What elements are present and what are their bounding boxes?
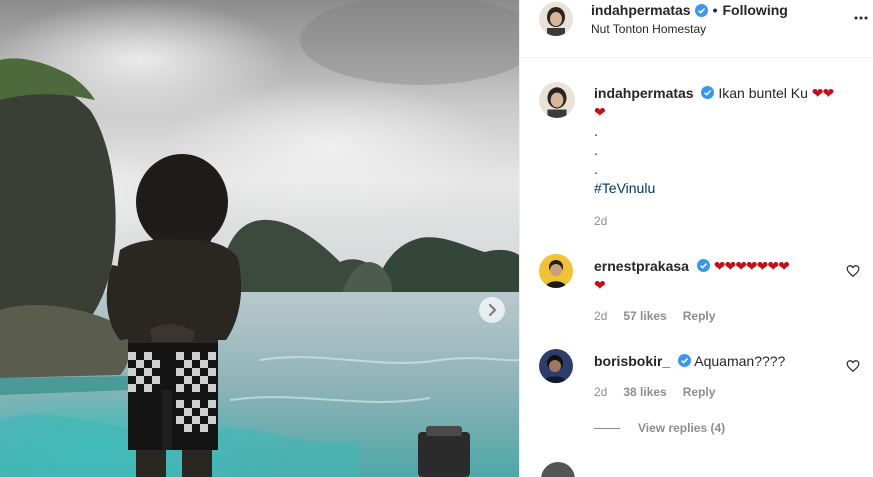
avatar[interactable] bbox=[539, 82, 575, 118]
post-header: indahpermatas • Following Nut Tonton Hom… bbox=[520, 0, 873, 58]
post-photo[interactable] bbox=[0, 0, 519, 477]
heart-emoji: ❤❤ bbox=[811, 85, 834, 101]
avatar[interactable] bbox=[539, 349, 573, 383]
comment-body: Aquaman???? bbox=[694, 353, 786, 369]
chevron-right-icon bbox=[489, 304, 497, 316]
comment-timestamp[interactable]: 2d bbox=[594, 309, 607, 323]
comment-likes[interactable]: 57 likes bbox=[623, 309, 666, 323]
hashtag-link[interactable]: #TeVinulu bbox=[594, 179, 864, 198]
caption-body: Ikan buntel Ku bbox=[718, 85, 808, 101]
verified-badge-icon bbox=[694, 3, 708, 17]
comment-text: borisbokir_ Aquaman???? bbox=[594, 352, 826, 371]
heart-outline-icon[interactable] bbox=[846, 359, 860, 373]
verified-badge-icon bbox=[696, 259, 710, 272]
following-button[interactable]: Following bbox=[723, 1, 788, 19]
profile-photo bbox=[539, 2, 573, 36]
heart-emoji: ❤ bbox=[594, 104, 606, 120]
more-options-icon[interactable] bbox=[853, 10, 869, 26]
comment-meta: 2d 38 likes Reply bbox=[594, 385, 715, 399]
caption-first-line: indahpermatas Ikan buntel Ku ❤❤ bbox=[594, 84, 864, 103]
caption-dot: . bbox=[594, 142, 598, 158]
comment-username[interactable]: borisbokir_ bbox=[594, 353, 670, 369]
post-author-username[interactable]: indahpermatas bbox=[591, 1, 691, 19]
heart-emoji: ❤ bbox=[594, 277, 606, 293]
heart-emoji: ❤❤❤❤❤❤❤ bbox=[713, 258, 790, 274]
comment-meta: 2d 57 likes Reply bbox=[594, 309, 715, 323]
profile-photo bbox=[539, 82, 575, 118]
caption-username[interactable]: indahpermatas bbox=[594, 85, 694, 101]
caption-meta: 2d bbox=[594, 214, 607, 228]
photo-scene bbox=[0, 0, 519, 477]
view-replies-label: View replies (4) bbox=[638, 421, 726, 435]
comment-timestamp[interactable]: 2d bbox=[594, 385, 607, 399]
comment-username[interactable]: ernestprakasa bbox=[594, 258, 689, 274]
post-location[interactable]: Nut Tonton Homestay bbox=[591, 22, 706, 36]
header-user-line: indahpermatas • Following bbox=[591, 1, 788, 19]
caption-text: indahpermatas Ikan buntel Ku ❤❤ ❤ . . . … bbox=[594, 84, 864, 198]
avatar[interactable] bbox=[541, 462, 575, 477]
avatar[interactable] bbox=[539, 254, 573, 288]
verified-badge-icon bbox=[701, 86, 715, 99]
verified-badge-icon bbox=[678, 354, 692, 367]
post-details-panel: indahpermatas • Following Nut Tonton Hom… bbox=[519, 0, 873, 477]
comment-text: ernestprakasa ❤❤❤❤❤❤❤ ❤ bbox=[594, 257, 826, 295]
profile-photo bbox=[539, 254, 573, 288]
reply-button[interactable]: Reply bbox=[683, 385, 716, 399]
avatar[interactable] bbox=[539, 2, 573, 36]
view-replies-button[interactable]: View replies (4) bbox=[594, 421, 725, 435]
heart-outline-icon[interactable] bbox=[846, 264, 860, 278]
comment-likes[interactable]: 38 likes bbox=[623, 385, 666, 399]
caption-dot: . bbox=[594, 161, 598, 177]
profile-photo bbox=[539, 349, 573, 383]
caption-timestamp[interactable]: 2d bbox=[594, 214, 607, 228]
caption-dot: . bbox=[594, 123, 598, 139]
replies-divider-line bbox=[594, 427, 620, 429]
next-photo-button[interactable] bbox=[479, 297, 505, 323]
separator-dot: • bbox=[712, 2, 718, 18]
reply-button[interactable]: Reply bbox=[683, 309, 716, 323]
